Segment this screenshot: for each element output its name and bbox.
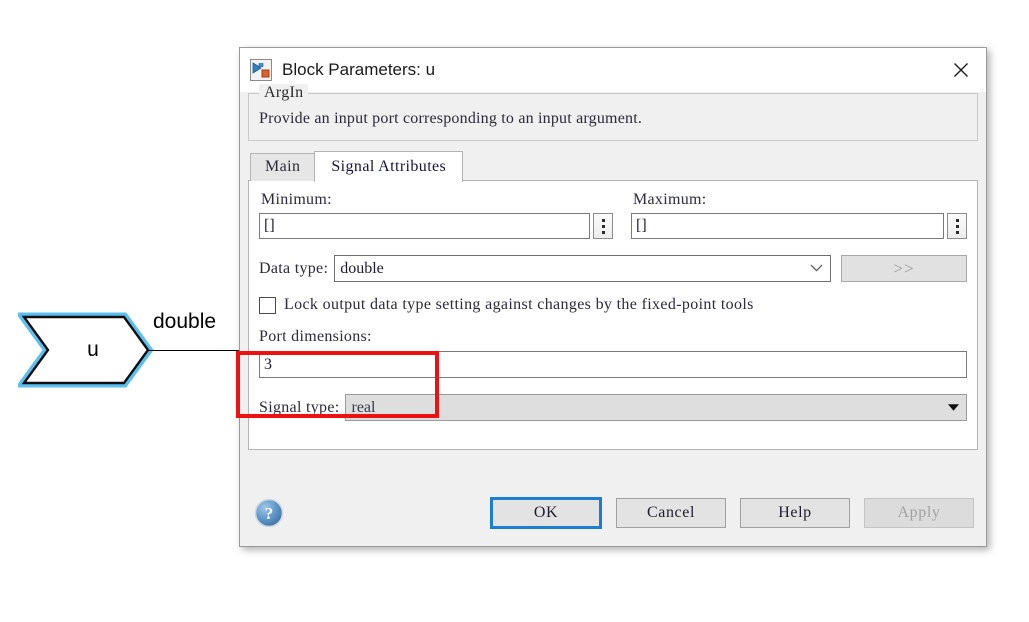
- port-dimensions-label: Port dimensions:: [259, 328, 372, 345]
- inport-arrow-shape: [21, 315, 150, 385]
- signal-attributes-panel: Minimum: Maximum:: [248, 180, 978, 450]
- argin-group-description: Provide an input port corresponding to a…: [259, 110, 643, 127]
- close-button[interactable]: [936, 48, 986, 92]
- data-type-value: double: [340, 259, 384, 277]
- tab-signal-attributes[interactable]: Signal Attributes: [314, 151, 464, 182]
- dialog-body: ArgIn Provide an input port correspondin…: [240, 84, 986, 450]
- data-type-assistant-button[interactable]: >>: [841, 255, 967, 282]
- signal-type-label: Signal type:: [259, 398, 340, 416]
- min-max-row: Minimum: Maximum:: [259, 189, 967, 239]
- dialog-footer: ? OK Cancel Help Apply: [240, 480, 986, 546]
- port-dimensions-input-group: [259, 351, 967, 378]
- chevron-down-icon: [810, 264, 823, 271]
- triangle-down-icon: [948, 403, 959, 411]
- ellipsis-vertical-icon: [955, 218, 959, 234]
- maximum-input[interactable]: [631, 213, 944, 239]
- dialog-title: Block Parameters: u: [282, 60, 436, 79]
- data-type-combobox[interactable]: double: [334, 255, 831, 282]
- argin-groupbox: ArgIn Provide an input port correspondin…: [248, 84, 978, 141]
- ellipsis-vertical-icon: [601, 218, 605, 234]
- signal-line: [148, 350, 243, 351]
- signal-type-combobox[interactable]: real: [345, 394, 967, 421]
- inport-block-u[interactable]: u: [18, 311, 154, 391]
- port-dimensions-input[interactable]: [259, 351, 967, 378]
- argin-group-title: ArgIn: [259, 84, 309, 102]
- apply-button: Apply: [864, 498, 974, 528]
- tab-main[interactable]: Main: [250, 153, 316, 181]
- data-type-label: Data type:: [259, 259, 329, 277]
- help-circle-icon[interactable]: ?: [254, 498, 284, 528]
- block-parameters-dialog: Block Parameters: u ArgIn Provide an inp…: [239, 47, 987, 547]
- signal-type-value: real: [351, 398, 376, 416]
- svg-text:?: ?: [265, 504, 274, 523]
- minimum-field-group: Minimum:: [259, 189, 613, 239]
- minimum-input[interactable]: [259, 213, 590, 239]
- signal-type-row: Signal type: real: [259, 394, 967, 421]
- signal-type-annotation: double: [153, 310, 217, 333]
- maximum-field-group: Maximum:: [613, 189, 967, 239]
- help-button[interactable]: Help: [740, 498, 850, 528]
- lock-output-label: Lock output data type setting against ch…: [284, 296, 754, 313]
- lock-output-checkbox[interactable]: [259, 296, 276, 314]
- data-type-row: Data type: double >>: [259, 255, 967, 282]
- simulink-block-icon: [250, 59, 272, 81]
- cancel-button[interactable]: Cancel: [616, 498, 726, 528]
- dialog-titlebar: Block Parameters: u: [240, 48, 986, 92]
- minimum-ellipsis-button[interactable]: [593, 213, 613, 239]
- maximum-label: Maximum:: [633, 191, 707, 208]
- maximum-ellipsis-button[interactable]: [947, 213, 967, 239]
- ok-button[interactable]: OK: [490, 497, 602, 529]
- close-icon: [954, 63, 968, 77]
- simulink-canvas: u double: [0, 0, 260, 622]
- lock-output-row: Lock output data type setting against ch…: [259, 296, 967, 314]
- minimum-label: Minimum:: [261, 191, 332, 208]
- tabstrip: Main Signal Attributes: [250, 151, 978, 182]
